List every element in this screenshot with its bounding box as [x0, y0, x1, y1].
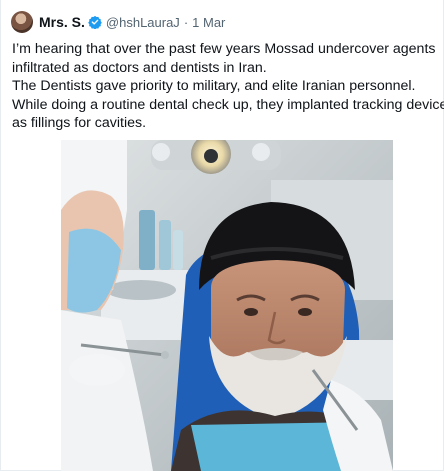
tweet-header: Mrs. S. @hshLauraJ · 1 Mar — [11, 9, 225, 35]
tweet-text: I’m hearing that over the past few years… — [12, 40, 444, 133]
tweet-timestamp[interactable]: 1 Mar — [192, 15, 225, 30]
author-handle[interactable]: @hshLauraJ — [106, 15, 180, 30]
tweet-card[interactable]: Mrs. S. @hshLauraJ · 1 Mar I’m hearing t… — [0, 0, 444, 471]
author-name[interactable]: Mrs. S. — [39, 14, 85, 30]
tweet-text-line: While doing a routine dental check up, t… — [12, 96, 444, 113]
verified-badge-icon — [88, 15, 102, 30]
tweet-text-line: I’m hearing that over the past few years… — [12, 41, 436, 57]
tweet-text-line: infiltrated as doctors and dentists in I… — [12, 59, 267, 76]
tweet-text-line: The Dentists gave priority to military, … — [12, 78, 416, 94]
separator-dot: · — [183, 14, 189, 30]
tweet-text-line: as fillings for cavities. — [12, 115, 147, 131]
tweet-photo[interactable] — [61, 140, 393, 471]
avatar[interactable] — [11, 11, 33, 33]
